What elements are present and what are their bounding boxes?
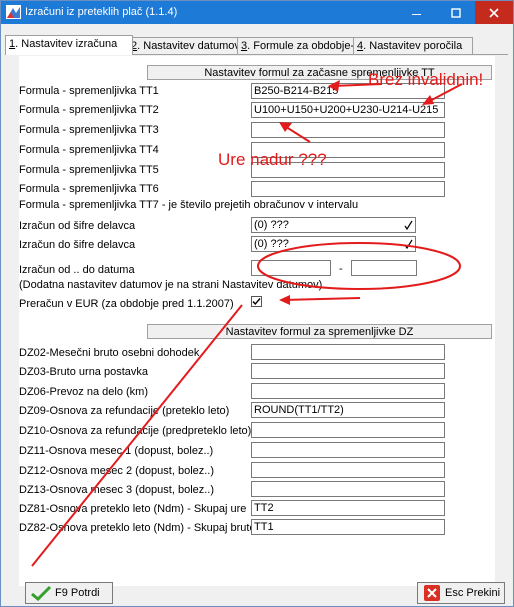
tt4-label: Formula - spremenljivka TT4 <box>19 144 159 156</box>
minimize-button[interactable] <box>398 1 436 24</box>
confirm-button-label: F9 Potrdi <box>55 587 100 599</box>
tt3-label: Formula - spremenljivka TT3 <box>19 124 159 136</box>
dz02-formula-input[interactable] <box>251 344 445 360</box>
maximize-button[interactable] <box>437 1 475 24</box>
date-from-input[interactable] <box>251 260 331 276</box>
dz13-label: DZ13-Osnova mesec 3 (dopust, bolez..) <box>19 484 215 496</box>
annotation-ure-nadur: Ure nadur ??? <box>218 150 327 169</box>
dz06-label: DZ06-Prevoz na delo (km) <box>19 386 148 398</box>
dz11-label: DZ11-Osnova mesec 1 (dopust, bolez..) <box>19 445 214 457</box>
dz06-formula-input[interactable] <box>251 383 445 399</box>
section-header-dz: Nastavitev formul za spremenljivke DZ <box>147 324 492 339</box>
check-icon[interactable] <box>403 219 414 231</box>
eur-conversion-checkbox[interactable] <box>251 296 262 307</box>
tab-nastavitev-datumov[interactable]: 2. Nastavitev datumov <box>127 37 243 55</box>
tt6-formula-input[interactable] <box>251 181 445 197</box>
from-worker-field[interactable]: (0) ??? <box>251 217 416 233</box>
tab-nastavitev-porocila[interactable]: 4. Nastavitev poročila <box>353 37 473 55</box>
dz11-formula-input[interactable] <box>251 442 445 458</box>
dz82-formula-input[interactable]: TT1 <box>251 519 445 535</box>
confirm-button[interactable]: F9 Potrdi <box>25 582 113 604</box>
cancel-x-icon <box>424 585 440 601</box>
dz10-formula-input[interactable] <box>251 422 445 438</box>
dz09-label: DZ09-Osnova za refundacije (preteklo let… <box>19 405 230 417</box>
dz13-formula-input[interactable] <box>251 481 445 497</box>
dz10-label: DZ10-Osnova za refundacije (predpreteklo… <box>19 425 252 437</box>
from-worker-label: Izračun od šifre delavca <box>19 220 136 232</box>
title-bar[interactable]: Izračuni iz preteklih plač (1.1.4) <box>1 1 513 24</box>
tt6-label: Formula - spremenljivka TT6 <box>19 183 159 195</box>
dz02-label: DZ02-Mesečni bruto osebni dohodek <box>19 347 200 359</box>
dz12-formula-input[interactable] <box>251 462 445 478</box>
tt2-label: Formula - spremenljivka TT2 <box>19 104 159 116</box>
eur-conversion-label: Preračun v EUR (za obdobje pred 1.1.2007… <box>19 298 234 310</box>
tab-nastavitev-izracuna[interactable]: 1. Nastavitev izračuna <box>5 35 133 55</box>
date-separator: - <box>339 263 343 275</box>
dz03-label: DZ03-Bruto urna postavka <box>19 366 149 378</box>
date-to-input[interactable] <box>351 260 417 276</box>
cancel-button-label: Esc Prekini <box>445 587 501 599</box>
app-window: Izračuni iz preteklih plač (1.1.4) 1. Na… <box>0 0 514 607</box>
tt3-formula-input[interactable] <box>251 122 445 138</box>
check-icon[interactable] <box>403 238 414 250</box>
tt2-formula-input[interactable]: U100+U150+U200+U230-U214-U215 <box>251 102 445 118</box>
tt5-label: Formula - spremenljivka TT5 <box>19 164 159 176</box>
dz81-formula-input[interactable]: TT2 <box>251 500 445 516</box>
dz81-label: DZ81-Osnova preteklo leto (Ndm) - Skupaj… <box>19 503 247 515</box>
close-icon <box>489 7 499 18</box>
tab-formule-obdobje-2[interactable]: 3. Formule za obdobje-2 <box>237 37 360 55</box>
settings-panel: Nastavitev formul za začasne spremenljiv… <box>19 56 495 586</box>
tt7-note: Formula - spremenljivka TT7 - je število… <box>19 199 359 211</box>
dz12-label: DZ12-Osnova mesec 2 (dopust, bolez..) <box>19 465 215 477</box>
to-worker-label: Izračun do šifre delavca <box>19 239 136 251</box>
dz09-formula-input[interactable]: ROUND(TT1/TT2) <box>251 402 445 418</box>
window-title: Izračuni iz preteklih plač (1.1.4) <box>25 6 178 18</box>
date-note: (Dodatna nastavitev datumov je na strani… <box>19 279 323 291</box>
tt1-label: Formula - spremenljivka TT1 <box>19 85 159 97</box>
close-button[interactable] <box>475 1 513 24</box>
date-range-label: Izračun od .. do datuma <box>19 264 135 276</box>
dz03-formula-input[interactable] <box>251 363 445 379</box>
cancel-button[interactable]: Esc Prekini <box>417 582 505 604</box>
minimize-icon <box>412 13 421 15</box>
dz82-label: DZ82-Osnova preteklo leto (Ndm) - Skupaj… <box>19 522 256 534</box>
checkmark-icon <box>31 585 52 601</box>
to-worker-field[interactable]: (0) ??? <box>251 236 416 252</box>
annotation-brez-invalidnin: Brez invalidnin! <box>368 70 484 89</box>
maximize-icon <box>451 7 461 18</box>
app-icon <box>6 5 21 19</box>
